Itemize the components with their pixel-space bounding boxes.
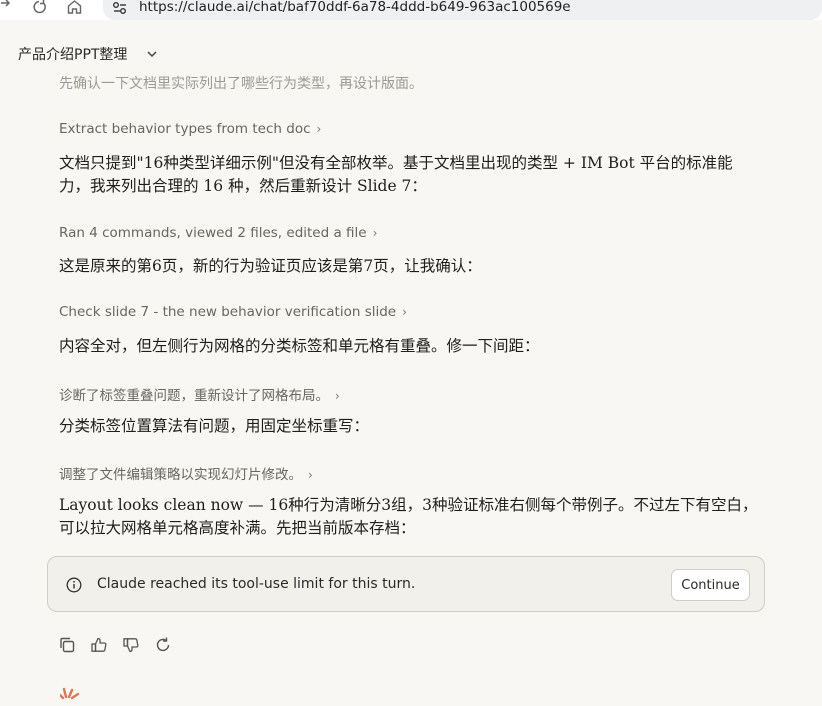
tool-step-check-slide[interactable]: Check slide 7 - the new behavior verific…: [59, 304, 407, 320]
tool-step-label: 调整了文件编辑策略以实现幻灯片修改。: [59, 467, 302, 483]
assistant-paragraph: 分类标签位置算法有问题，用固定坐标重写：: [59, 417, 370, 435]
continue-button[interactable]: Continue: [671, 569, 750, 601]
tool-step-adjust[interactable]: 调整了文件编辑策略以实现幻灯片修改。 ›: [59, 463, 313, 483]
tool-step-label: Check slide 7 - the new behavior verific…: [59, 304, 397, 320]
banner-text: Claude reached its tool-use limit for th…: [97, 576, 416, 592]
chevron-right-icon: ›: [308, 468, 313, 482]
chevron-right-icon: ›: [335, 389, 340, 403]
assistant-paragraph: 这是原来的第6页，新的行为验证页应该是第7页，让我确认：: [59, 257, 482, 275]
copy-icon[interactable]: [58, 636, 78, 656]
tool-step-extract-behavior[interactable]: Extract behavior types from tech doc ›: [59, 121, 321, 137]
thumbs-down-icon[interactable]: [122, 636, 142, 656]
tool-step-label: 诊断了标签重叠问题，重新设计了网格布局。: [59, 388, 329, 404]
tool-step-diagnose[interactable]: 诊断了标签重叠问题，重新设计了网格布局。 ›: [59, 384, 340, 404]
claude-logo-icon: [58, 686, 90, 702]
tool-step-label: Ran 4 commands, viewed 2 files, edited a…: [59, 225, 367, 241]
chevron-down-icon[interactable]: [145, 46, 159, 60]
faded-message-text: 先确认一下文档里实际列出了哪些行为类型，再设计版面。: [59, 76, 423, 92]
assistant-paragraph: 内容全对，但左侧行为网格的分类标签和单元格有重叠。修一下间距：: [59, 337, 540, 355]
chevron-right-icon: ›: [372, 226, 378, 240]
chevron-right-icon: ›: [402, 305, 407, 319]
chat-title[interactable]: 产品介绍PPT整理: [18, 44, 127, 64]
tool-limit-banner: Claude reached its tool-use limit for th…: [47, 556, 765, 612]
chat-header: 产品介绍PPT整理: [0, 32, 822, 72]
conversation: 先确认一下文档里实际列出了哪些行为类型，再设计版面。 Extract behav…: [0, 0, 822, 700]
assistant-paragraph: Layout looks clean now — 16种行为清晰分3组，3种验证…: [59, 496, 758, 537]
info-icon: [66, 577, 82, 593]
assistant-paragraph: 文档只提到"16种类型详细示例"但没有全部枚举。基于文档里出现的类型 + IM …: [59, 154, 733, 195]
thumbs-up-icon[interactable]: [90, 636, 110, 656]
tool-step-label: Extract behavior types from tech doc: [59, 121, 311, 137]
chevron-right-icon: ›: [316, 122, 322, 136]
retry-icon[interactable]: [154, 636, 174, 656]
tool-step-commands[interactable]: Ran 4 commands, viewed 2 files, edited a…: [59, 225, 377, 241]
